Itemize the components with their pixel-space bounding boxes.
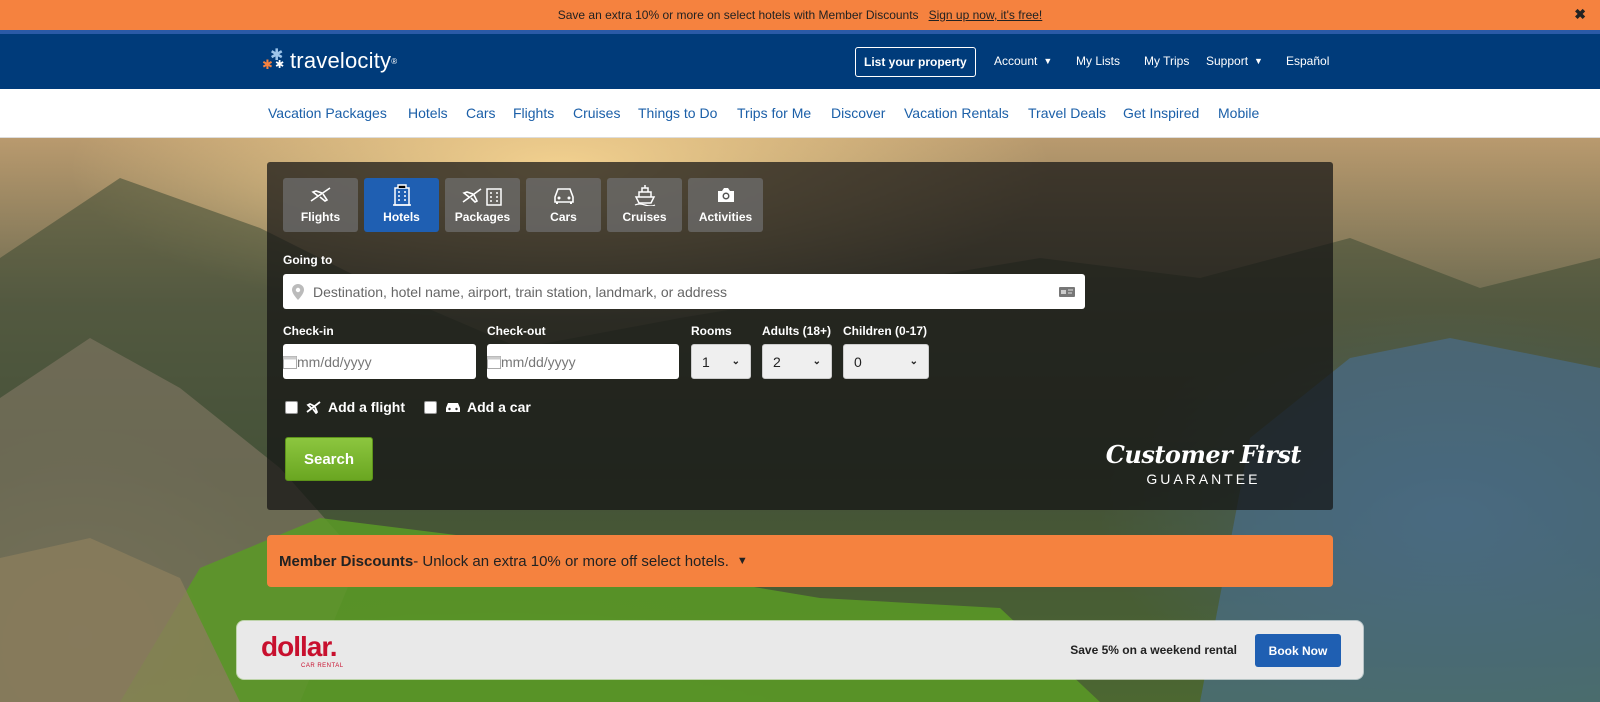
check-out-field[interactable] — [487, 344, 682, 379]
subnav-trips-for-me[interactable]: Trips for Me — [737, 105, 811, 121]
logo-stars-icon: ✱ ✱ ✱ — [262, 47, 285, 72]
checkbox[interactable] — [285, 400, 298, 414]
tab-cars[interactable]: Cars — [526, 178, 601, 232]
search-tabs: Flights Hotels Packages Cars Cruises Act… — [283, 178, 769, 232]
dollar-logo: dollar. — [261, 631, 337, 662]
my-trips-link[interactable]: My Trips — [1144, 54, 1189, 68]
chevron-down-icon: ▼ — [736, 555, 748, 567]
car-icon — [445, 401, 461, 414]
tab-activities[interactable]: Activities — [688, 178, 763, 232]
add-flight-label: Add a flight — [328, 399, 405, 415]
camera-icon — [716, 184, 736, 206]
plane-icon — [309, 184, 333, 206]
children-value: 0 — [854, 353, 862, 370]
ad-offer-text: Save 5% on a weekend rental — [1070, 643, 1237, 657]
tab-flights[interactable]: Flights — [283, 178, 358, 232]
add-car-checkbox[interactable]: Add a car — [424, 399, 531, 415]
member-discounts-text: - Unlock an extra 10% or more off select… — [413, 552, 729, 570]
chevron-down-icon: ⌄ — [909, 356, 918, 367]
hotel-icon — [392, 184, 412, 206]
subnav-cars[interactable]: Cars — [466, 105, 496, 121]
check-in-input[interactable] — [297, 353, 478, 370]
close-icon[interactable]: ✖ — [1574, 6, 1586, 23]
member-discounts-banner[interactable]: Member Discounts - Unlock an extra 10% o… — [267, 535, 1333, 587]
promo-bar: Save an extra 10% or more on select hote… — [0, 0, 1600, 30]
sub-navigation: Vacation Packages Hotels Cars Flights Cr… — [0, 89, 1600, 138]
promo-signup-link[interactable]: Sign up now, it's free! — [929, 8, 1043, 22]
subnav-cruises[interactable]: Cruises — [573, 105, 620, 121]
logo-text: travelocity — [290, 48, 392, 73]
adults-label: Adults (18+) — [762, 324, 832, 338]
check-out-input[interactable] — [501, 353, 682, 370]
calendar-icon — [487, 355, 501, 369]
chevron-down-icon: ⌄ — [731, 356, 740, 367]
id-card-icon — [1051, 285, 1085, 299]
my-lists-link[interactable]: My Lists — [1076, 54, 1120, 68]
promo-text: Save an extra 10% or more on select hote… — [557, 8, 919, 22]
car-icon — [552, 184, 576, 206]
search-panel: Flights Hotels Packages Cars Cruises Act… — [267, 162, 1333, 510]
member-discounts-title: Member Discounts — [279, 552, 414, 570]
package-icon — [461, 184, 505, 206]
list-property-button[interactable]: List your property — [855, 47, 976, 77]
tab-label: Packages — [454, 210, 511, 224]
support-label: Support — [1206, 54, 1249, 68]
support-menu[interactable]: Support ▼ — [1206, 54, 1263, 68]
tab-label: Flights — [300, 210, 341, 224]
subnav-flights[interactable]: Flights — [513, 105, 554, 121]
guarantee-title: Customer First — [1105, 440, 1302, 469]
children-select[interactable]: 0 ⌄ — [843, 344, 929, 379]
check-out-label: Check-out — [487, 324, 546, 338]
tab-label: Cars — [550, 210, 577, 224]
tab-label: Cruises — [622, 210, 667, 224]
rooms-select[interactable]: 1 ⌄ — [691, 344, 751, 379]
subnav-mobile[interactable]: Mobile — [1218, 105, 1259, 121]
account-label: Account — [994, 54, 1038, 68]
subnav-vacation-packages[interactable]: Vacation Packages — [268, 105, 387, 121]
ship-icon — [633, 184, 657, 206]
tab-cruises[interactable]: Cruises — [607, 178, 682, 232]
guarantee-subtitle: GUARANTEE — [1146, 471, 1261, 487]
location-pin-icon — [283, 283, 313, 300]
going-to-label: Going to — [283, 253, 333, 267]
tab-label: Activities — [698, 210, 753, 224]
book-now-button[interactable]: Book Now — [1255, 634, 1341, 667]
dollar-car-rental-ad: dollar. CAR RENTAL Save 5% on a weekend … — [237, 621, 1363, 679]
tab-label: Hotels — [383, 210, 420, 224]
plane-icon — [306, 400, 322, 414]
tab-hotels[interactable]: Hotels — [364, 178, 439, 232]
chevron-down-icon: ▼ — [1043, 56, 1053, 66]
dollar-logo-subtitle: CAR RENTAL — [301, 663, 344, 669]
add-flight-checkbox[interactable]: Add a flight — [285, 399, 405, 415]
adults-select[interactable]: 2 ⌄ — [762, 344, 832, 379]
destination-input[interactable] — [313, 283, 1051, 300]
chevron-down-icon: ⌄ — [812, 356, 821, 367]
site-header: ✱ ✱ ✱ travelocity ® List your property Acc… — [0, 34, 1600, 89]
subnav-things-to-do[interactable]: Things to Do — [638, 105, 717, 121]
subnav-get-inspired[interactable]: Get Inspired — [1123, 105, 1199, 121]
children-label: Children (0-17) — [843, 324, 928, 338]
subnav-travel-deals[interactable]: Travel Deals — [1028, 105, 1106, 121]
check-in-field[interactable] — [283, 344, 478, 379]
account-menu[interactable]: Account ▼ — [994, 54, 1052, 68]
check-in-label: Check-in — [283, 324, 334, 338]
checkbox[interactable] — [424, 400, 437, 414]
subnav-discover[interactable]: Discover — [831, 105, 885, 121]
adults-value: 2 — [773, 353, 781, 370]
destination-field[interactable] — [283, 274, 1085, 309]
tab-packages[interactable]: Packages — [445, 178, 520, 232]
subnav-hotels[interactable]: Hotels — [408, 105, 448, 121]
add-car-label: Add a car — [467, 399, 531, 415]
logo-trademark: ® — [391, 56, 398, 66]
rooms-value: 1 — [702, 353, 710, 370]
customer-first-guarantee: Customer First GUARANTEE — [1105, 440, 1302, 487]
rooms-label: Rooms — [691, 324, 732, 338]
search-button[interactable]: Search — [285, 437, 373, 481]
travelocity-logo[interactable]: ✱ ✱ ✱ travelocity ® — [262, 48, 397, 74]
subnav-vacation-rentals[interactable]: Vacation Rentals — [904, 105, 1009, 121]
espanol-link[interactable]: Español — [1286, 54, 1329, 68]
calendar-icon — [283, 355, 297, 369]
chevron-down-icon: ▼ — [1254, 56, 1263, 66]
